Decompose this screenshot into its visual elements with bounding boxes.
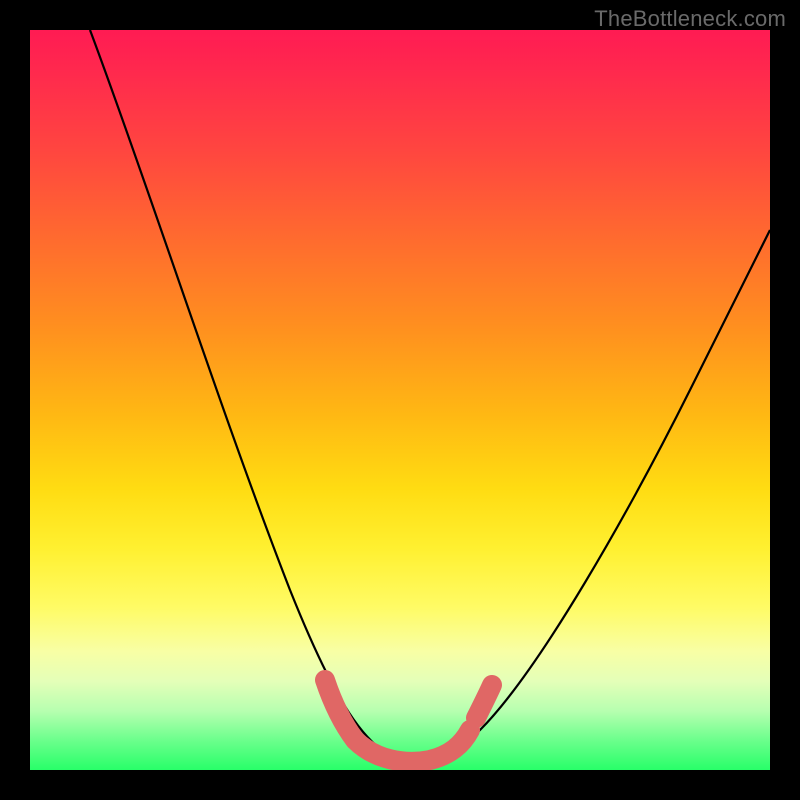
curve-layer xyxy=(30,30,770,770)
plot-area xyxy=(30,30,770,770)
chart-frame: TheBottleneck.com xyxy=(0,0,800,800)
bottleneck-curve xyxy=(90,30,770,761)
highlight-trough xyxy=(325,680,492,762)
watermark-text: TheBottleneck.com xyxy=(594,6,786,32)
